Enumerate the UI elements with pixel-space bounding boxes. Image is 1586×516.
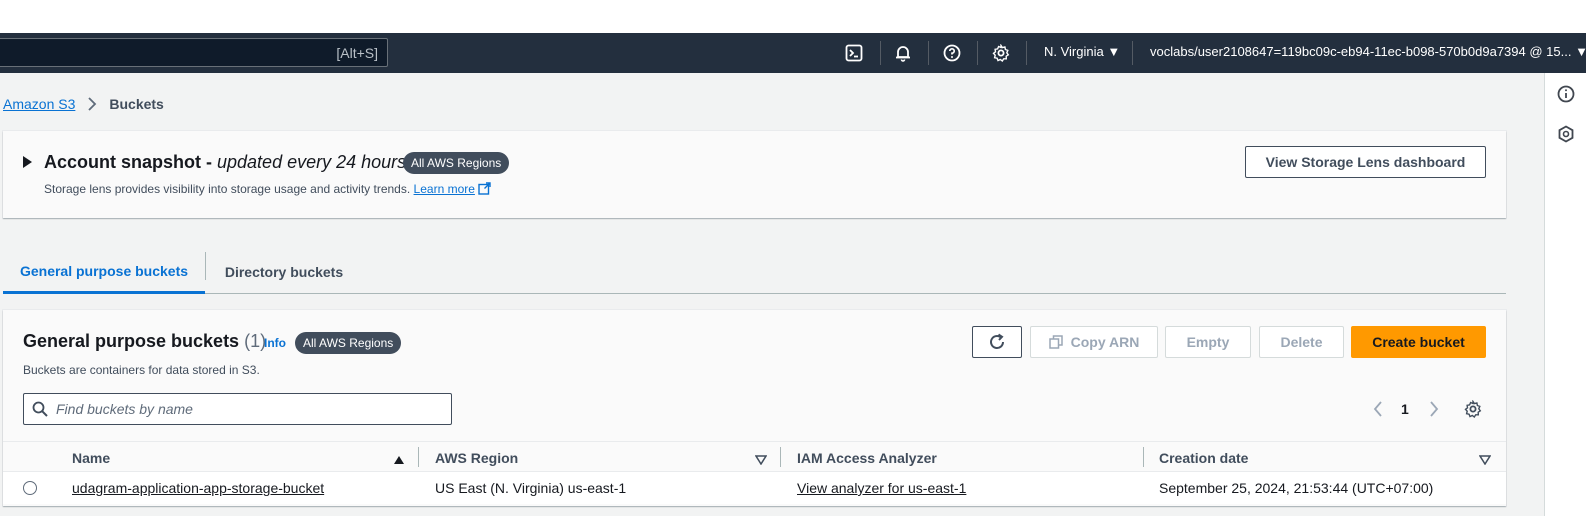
bucket-creation-date: September 25, 2024, 21:53:44 (UTC+07:00) bbox=[1159, 480, 1434, 496]
view-storage-lens-button[interactable]: View Storage Lens dashboard bbox=[1245, 146, 1486, 178]
regions-badge: All AWS Regions bbox=[295, 332, 402, 354]
browser-top-strip bbox=[0, 0, 1586, 33]
delete-button[interactable]: Delete bbox=[1259, 326, 1344, 358]
bucket-type-tabs: General purpose buckets Directory bucket… bbox=[3, 250, 1506, 294]
column-header-region[interactable]: AWS Region bbox=[435, 450, 518, 466]
bucket-region: US East (N. Virginia) us-east-1 bbox=[435, 480, 627, 496]
find-buckets-placeholder: Find buckets by name bbox=[56, 401, 193, 417]
row-select-radio[interactable] bbox=[23, 481, 37, 495]
top-navigation-bar: [Alt+S] N. Virginia ▼ voclabs/user210864… bbox=[0, 33, 1586, 73]
sort-ascending-icon[interactable] bbox=[393, 452, 405, 464]
bucket-name-link[interactable]: udagram-application-app-storage-bucket bbox=[72, 480, 324, 496]
chevron-right-icon bbox=[87, 97, 97, 111]
create-bucket-button[interactable]: Create bucket bbox=[1351, 326, 1486, 358]
region-selector[interactable]: N. Virginia ▼ bbox=[1044, 44, 1120, 59]
bell-icon[interactable] bbox=[893, 43, 913, 63]
sort-icon[interactable] bbox=[1478, 452, 1492, 466]
buckets-heading: General purpose buckets (1) bbox=[23, 331, 266, 352]
table-header: Name AWS Region IAM Access Analyzer Crea… bbox=[3, 441, 1506, 472]
snapshot-title[interactable]: Account snapshot - updated every 24 hour… bbox=[44, 152, 406, 173]
learn-more-link[interactable]: Learn more bbox=[414, 182, 475, 196]
search-shortcut-hint: [Alt+S] bbox=[336, 45, 378, 61]
tab-general-purpose-buckets[interactable]: General purpose buckets bbox=[3, 250, 205, 294]
gear-icon[interactable] bbox=[1464, 399, 1482, 419]
column-divider bbox=[1143, 447, 1144, 467]
column-header-iam-access-analyzer: IAM Access Analyzer bbox=[797, 450, 937, 466]
nav-divider bbox=[928, 41, 929, 65]
chevron-right-icon[interactable] bbox=[1427, 399, 1441, 419]
column-header-name[interactable]: Name bbox=[72, 450, 110, 466]
nav-divider bbox=[1026, 41, 1027, 65]
info-link[interactable]: Info bbox=[264, 336, 286, 350]
right-side-panel bbox=[1544, 73, 1586, 516]
table-row: udagram-application-app-storage-bucket U… bbox=[3, 472, 1506, 504]
chevron-left-icon[interactable] bbox=[1371, 399, 1385, 419]
global-search-input[interactable]: [Alt+S] bbox=[0, 38, 388, 67]
snapshot-subtitle: updated every 24 hours bbox=[217, 152, 407, 172]
column-divider bbox=[780, 447, 781, 467]
copy-arn-button[interactable]: Copy ARN bbox=[1030, 326, 1158, 358]
info-panel-icon[interactable] bbox=[1557, 85, 1575, 103]
column-divider bbox=[418, 447, 419, 467]
cloudshell-icon[interactable] bbox=[844, 43, 864, 63]
account-menu[interactable]: voclabs/user2108647=119bc09c-eb94-11ec-b… bbox=[1150, 44, 1586, 59]
buckets-description: Buckets are containers for data stored i… bbox=[23, 363, 260, 377]
snapshot-title-dash: - bbox=[201, 152, 218, 172]
nav-divider bbox=[977, 41, 978, 65]
find-buckets-input[interactable]: Find buckets by name bbox=[23, 393, 452, 425]
external-link-icon[interactable] bbox=[478, 182, 491, 198]
expand-caret-icon[interactable] bbox=[23, 156, 32, 168]
refresh-icon bbox=[988, 333, 1006, 351]
view-analyzer-link[interactable]: View analyzer for us-east-1 bbox=[797, 480, 966, 496]
feature-panel-icon[interactable] bbox=[1557, 125, 1575, 143]
current-page-number[interactable]: 1 bbox=[1401, 401, 1409, 417]
column-header-creation-date[interactable]: Creation date bbox=[1159, 450, 1248, 466]
buckets-heading-text: General purpose buckets bbox=[23, 331, 240, 351]
breadcrumb-amazon-s3[interactable]: Amazon S3 bbox=[3, 96, 75, 112]
copy-arn-label: Copy ARN bbox=[1070, 334, 1140, 350]
breadcrumb: Amazon S3 Buckets bbox=[3, 96, 164, 112]
tab-directory-buckets[interactable]: Directory buckets bbox=[206, 250, 362, 294]
breadcrumb-current: Buckets bbox=[109, 96, 164, 112]
regions-badge: All AWS Regions bbox=[403, 152, 510, 174]
bucket-count: (1) bbox=[244, 331, 267, 351]
snapshot-description: Storage lens provides visibility into st… bbox=[44, 182, 491, 198]
sort-icon[interactable] bbox=[754, 452, 768, 466]
empty-button[interactable]: Empty bbox=[1165, 326, 1251, 358]
refresh-button[interactable] bbox=[972, 326, 1022, 358]
general-purpose-buckets-panel: General purpose buckets (1) Info All AWS… bbox=[3, 310, 1506, 506]
snapshot-title-text: Account snapshot bbox=[44, 152, 202, 172]
help-icon[interactable] bbox=[942, 43, 962, 63]
nav-divider bbox=[880, 41, 881, 65]
copy-icon bbox=[1048, 335, 1063, 349]
search-icon bbox=[32, 401, 48, 417]
account-snapshot-panel: Account snapshot - updated every 24 hour… bbox=[3, 131, 1506, 218]
nav-divider bbox=[1132, 41, 1133, 65]
settings-icon[interactable] bbox=[991, 43, 1011, 63]
snapshot-description-text: Storage lens provides visibility into st… bbox=[44, 182, 411, 196]
